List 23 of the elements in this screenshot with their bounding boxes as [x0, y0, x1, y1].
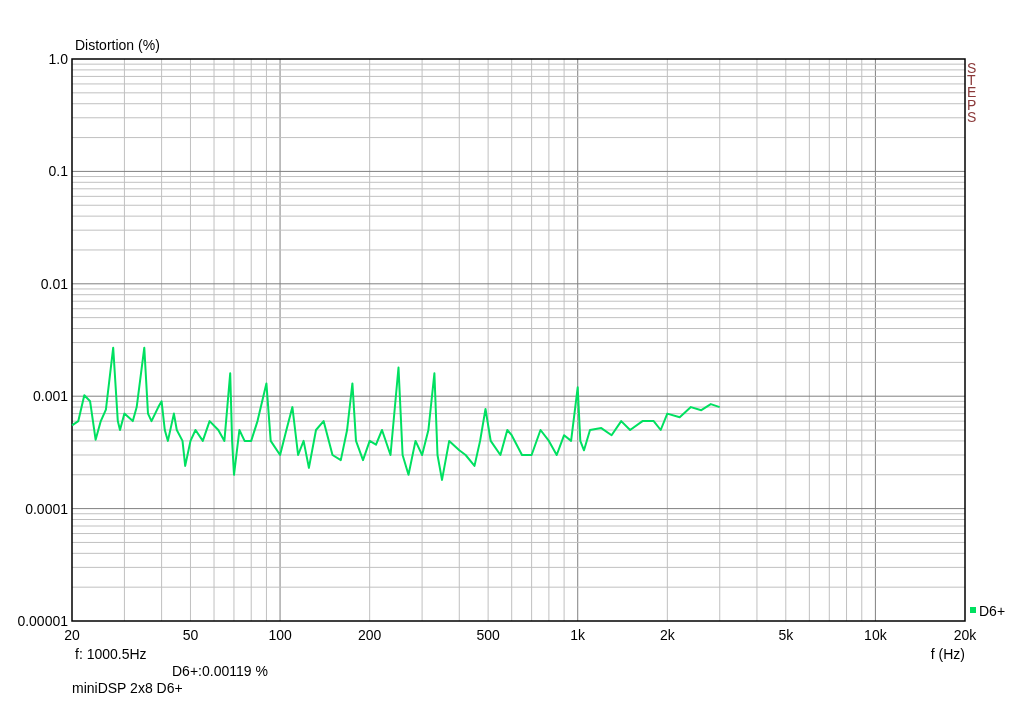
x-tick-label: 50: [182, 627, 199, 643]
x-tick-label: 200: [358, 627, 382, 643]
x-tick-label: 20: [64, 627, 80, 643]
chart-caption: miniDSP 2x8 D6+: [72, 680, 183, 697]
legend-label: D6+: [979, 603, 1006, 619]
y-tick-label: 0.001: [32, 388, 68, 405]
cursor-frequency: f: 1000.5Hz: [75, 646, 147, 663]
y-tick-label: 0.01: [40, 275, 68, 292]
y-tick-label: 1.0: [48, 52, 68, 67]
y-axis-title: Distortion (%): [74, 38, 161, 52]
cursor-reading: D6+:0.00119 %: [172, 663, 268, 680]
x-tick-label: 5k: [778, 627, 794, 643]
y-tick-label: 0.00001: [17, 613, 68, 629]
x-tick-label: 2k: [659, 627, 675, 643]
logo-text: STEPS: [967, 60, 977, 125]
x-tick-label: 10k: [864, 627, 887, 643]
x-tick-label: 20k: [953, 627, 977, 643]
y-tick-label: 0.1: [48, 163, 68, 180]
x-tick-label: 500: [476, 627, 500, 643]
x-tick-label: 100: [268, 627, 292, 643]
x-axis-title: f (Hz): [930, 646, 965, 663]
y-tick-label: 0.0001: [25, 500, 68, 517]
x-tick-label: 1k: [570, 627, 586, 643]
